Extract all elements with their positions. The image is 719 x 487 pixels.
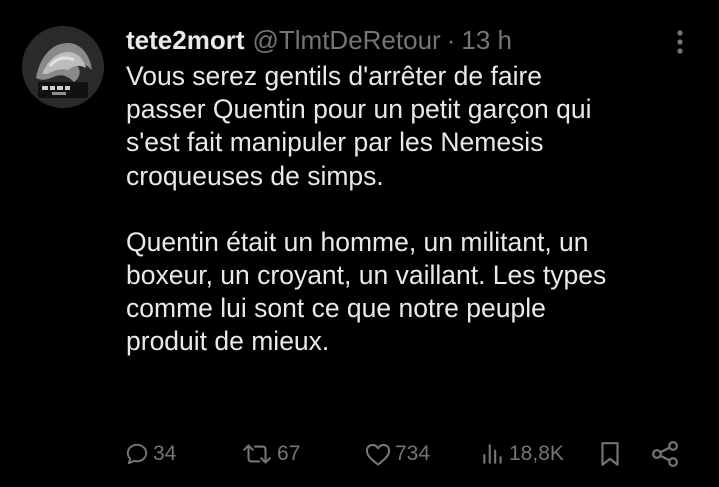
timestamp[interactable]: 13 h [461, 25, 512, 56]
tweet-paragraph-1: Vous serez gentils d'arrêter de faire pa… [126, 61, 592, 191]
reply-count: 34 [153, 442, 177, 465]
repost-button[interactable]: 67 [240, 436, 300, 472]
repost-icon [243, 444, 271, 464]
separator-dot: · [446, 24, 456, 55]
share-icon [652, 441, 678, 467]
tweet: tete2mort @TlmtDeRetour · 13 h Vous sere… [0, 0, 719, 487]
views-icon [483, 444, 502, 464]
avatar-image [22, 26, 104, 108]
avatar[interactable] [22, 26, 104, 108]
tweet-text: Vous serez gentils d'arrêter de faire pa… [126, 60, 696, 359]
bookmark-button[interactable] [597, 436, 623, 472]
tweet-paragraph-2: Quentin était un homme, un militant, un … [126, 226, 607, 357]
more-vertical-icon [677, 30, 683, 54]
more-options-button[interactable] [672, 28, 688, 56]
repost-count: 67 [277, 442, 301, 465]
bookmark-icon [601, 442, 619, 466]
action-bar: 34 67 734 18,8K [0, 436, 719, 472]
like-count: 734 [395, 442, 431, 465]
heart-icon [365, 443, 391, 466]
views-button[interactable]: 18,8K [480, 436, 564, 472]
like-button[interactable]: 734 [364, 436, 430, 472]
reply-button[interactable]: 34 [124, 436, 176, 472]
tweet-header: tete2mort @TlmtDeRetour · 13 h [126, 22, 512, 58]
share-button[interactable] [650, 436, 680, 472]
views-count: 18,8K [509, 442, 564, 465]
reply-icon [126, 443, 148, 465]
author-display-name[interactable]: tete2mort [126, 25, 244, 56]
author-handle[interactable]: @TlmtDeRetour [252, 25, 440, 56]
